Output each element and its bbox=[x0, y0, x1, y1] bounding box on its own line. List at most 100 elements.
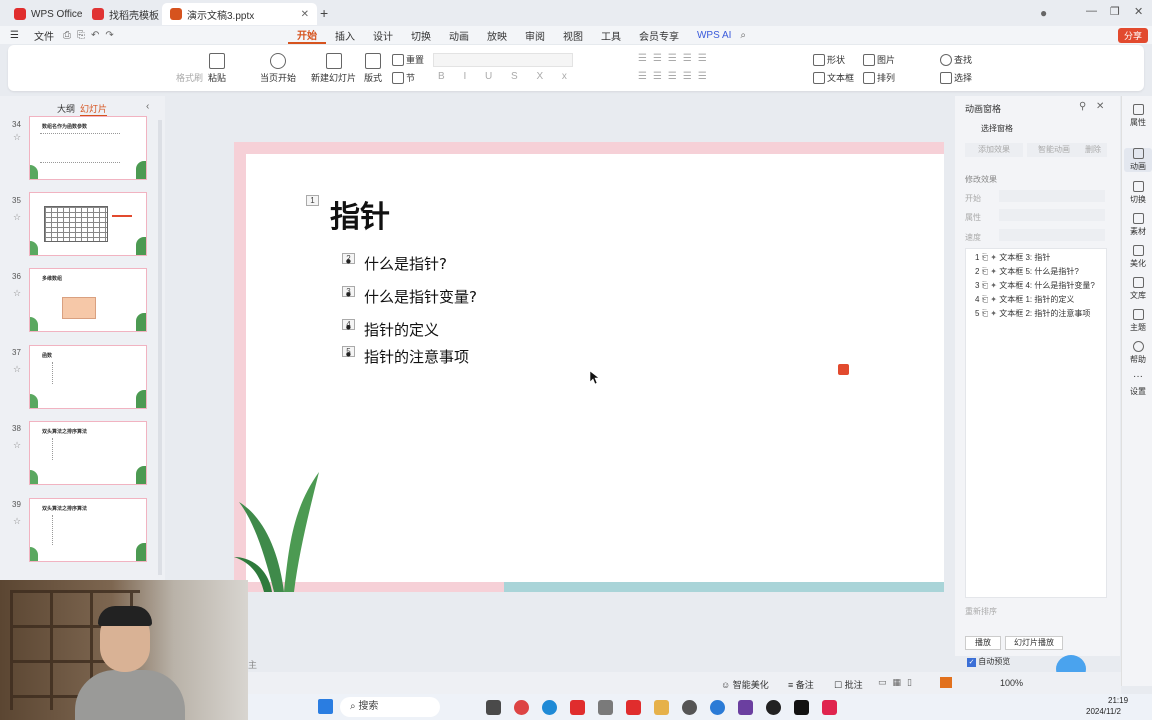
chrome-icon[interactable] bbox=[514, 700, 529, 715]
animation-item[interactable]: 4 ⎗ ✦ 文本框 1: 指针的定义 bbox=[975, 294, 1074, 305]
new-slide-button[interactable]: 新建幻灯片 bbox=[311, 53, 356, 84]
slide-thumbnail[interactable]: 函数 bbox=[29, 345, 147, 409]
window-avatar[interactable]: ● bbox=[1040, 6, 1047, 20]
menu-review[interactable]: 审阅 bbox=[516, 28, 554, 43]
bullet-item[interactable]: 指针的定义 bbox=[344, 319, 439, 340]
clock-time[interactable]: 21:19 bbox=[1108, 696, 1128, 705]
outline-tab[interactable]: 大纲 bbox=[57, 102, 75, 115]
window-close-icon[interactable]: ✕ bbox=[1134, 5, 1143, 18]
new-tab-icon[interactable]: + bbox=[320, 5, 328, 21]
notes-placeholder[interactable]: 主 bbox=[248, 658, 257, 671]
view-buttons[interactable]: ▭▦▯ bbox=[878, 677, 918, 688]
collapse-panel-icon[interactable]: ‹ bbox=[146, 101, 149, 112]
menu-home[interactable]: 开始 bbox=[287, 27, 326, 44]
clock-date[interactable]: 2024/11/2 bbox=[1086, 707, 1121, 716]
capcut-icon[interactable] bbox=[794, 700, 809, 715]
menu-animation[interactable]: 动画 bbox=[440, 28, 478, 43]
file-menu[interactable]: 文件 bbox=[25, 28, 63, 43]
app-icon[interactable] bbox=[598, 700, 613, 715]
browser-icon[interactable] bbox=[710, 700, 725, 715]
maximize-icon[interactable]: ❐ bbox=[1110, 5, 1120, 18]
menu-design[interactable]: 设计 bbox=[364, 28, 402, 43]
start-select[interactable] bbox=[999, 190, 1105, 202]
reset-button[interactable]: 重置 bbox=[392, 53, 424, 66]
play-current-button[interactable]: 当页开始 bbox=[260, 53, 296, 84]
font-family-select[interactable] bbox=[433, 53, 573, 67]
layout-button[interactable]: 版式 bbox=[364, 53, 382, 84]
select-pane-link[interactable]: 选择窗格 bbox=[981, 123, 1013, 134]
wps-ai-button[interactable]: WPS AI bbox=[688, 30, 740, 41]
property-select[interactable] bbox=[999, 209, 1105, 221]
format-painter-button[interactable]: 格式刷 bbox=[176, 71, 203, 84]
menu-slideshow[interactable]: 放映 bbox=[478, 28, 516, 43]
pin-icon[interactable]: ⚲ bbox=[1079, 101, 1086, 112]
hamburger-icon[interactable]: ☰ bbox=[0, 30, 25, 41]
section-button[interactable]: 节 bbox=[392, 71, 415, 84]
menu-transition[interactable]: 切换 bbox=[402, 28, 440, 43]
edge-icon[interactable] bbox=[542, 700, 557, 715]
picture-button[interactable]: 图片 bbox=[863, 53, 895, 66]
taskview-icon[interactable] bbox=[486, 700, 501, 715]
speed-select[interactable] bbox=[999, 229, 1105, 241]
star-icon[interactable]: ☆ bbox=[13, 364, 21, 375]
sidebar-material[interactable]: 素材 bbox=[1124, 213, 1152, 237]
quick-access-icons[interactable]: ⎙⎘↶↷ bbox=[63, 30, 163, 41]
sidebar-transition[interactable]: 切换 bbox=[1124, 181, 1152, 205]
animation-item[interactable]: 3 ⎗ ✦ 文本框 4: 什么是指针变量? bbox=[975, 280, 1095, 291]
bullet-item[interactable]: 什么是指针变量? bbox=[344, 286, 477, 307]
slide-thumbnail[interactable]: 双头算法之排序算法 bbox=[29, 421, 147, 485]
play-button[interactable]: 播放 bbox=[965, 636, 1001, 650]
star-icon[interactable]: ☆ bbox=[13, 132, 21, 143]
tab-presentation[interactable]: 演示文稿3.pptx ✕ bbox=[162, 3, 317, 25]
visual-studio-icon[interactable] bbox=[738, 700, 753, 715]
search-icon[interactable]: ⌕ bbox=[740, 30, 746, 41]
menu-tools[interactable]: 工具 bbox=[592, 28, 630, 43]
delete-button[interactable]: 删除 bbox=[1079, 143, 1107, 157]
current-slide[interactable]: 1 指针 2 什么是指针? 3 什么是指针变量? 4 指针的定义 5 指针的注意… bbox=[234, 142, 944, 592]
animation-item[interactable]: 2 ⎗ ✦ 文本框 5: 什么是指针? bbox=[975, 266, 1079, 277]
slide-title[interactable]: 指针 bbox=[330, 192, 390, 236]
share-button[interactable]: 分享 bbox=[1118, 28, 1149, 43]
slides-tab[interactable]: 幻灯片 bbox=[80, 102, 108, 117]
taskbar-search[interactable]: ⌕ 搜索 bbox=[340, 697, 440, 717]
star-icon[interactable]: ☆ bbox=[13, 516, 21, 527]
slide-thumbnail[interactable]: 多维数组 bbox=[29, 268, 147, 332]
font-style-buttons[interactable]: B I U S X x bbox=[438, 71, 575, 82]
sidebar-property[interactable]: 属性 bbox=[1124, 104, 1152, 128]
star-icon[interactable]: ☆ bbox=[13, 440, 21, 451]
menu-view[interactable]: 视图 bbox=[554, 28, 592, 43]
textbox-button[interactable]: 文本框 bbox=[813, 71, 854, 84]
minimize-icon[interactable]: — bbox=[1086, 5, 1097, 17]
bullet-item[interactable]: 指针的注意事项 bbox=[344, 346, 469, 367]
settings-icon[interactable] bbox=[682, 700, 697, 715]
sidebar-library[interactable]: 文库 bbox=[1124, 277, 1152, 301]
paste-button[interactable]: 粘贴 bbox=[208, 53, 226, 84]
app-pink-icon[interactable] bbox=[822, 700, 837, 715]
paragraph-buttons[interactable]: ☰☰☰☰☰ bbox=[638, 53, 713, 64]
bullet-item[interactable]: 什么是指针? bbox=[344, 253, 447, 274]
arrange-button[interactable]: 排列 bbox=[863, 71, 895, 84]
animation-item[interactable]: 5 ⎗ ✦ 文本框 2: 指针的注意事项 bbox=[975, 308, 1090, 319]
slide-thumbnail[interactable]: 双头算法之排序算法 bbox=[29, 498, 147, 562]
comment-button[interactable]: ☐ 批注 bbox=[834, 678, 863, 691]
slide-thumbnail[interactable]: 数组名作为函数参数 bbox=[29, 116, 147, 180]
qq-icon[interactable] bbox=[766, 700, 781, 715]
wps-icon[interactable] bbox=[570, 700, 585, 715]
folder-icon[interactable] bbox=[654, 700, 669, 715]
align-buttons[interactable]: ☰☰☰☰☰ bbox=[638, 71, 713, 82]
autopreview-checkbox[interactable]: ✓ 自动预览 bbox=[967, 656, 1010, 667]
notes-button[interactable]: ≡ 备注 bbox=[788, 678, 814, 691]
sidebar-theme[interactable]: 主题 bbox=[1124, 309, 1152, 333]
smart-beautify-button[interactable]: ☺ 智能美化 bbox=[721, 678, 769, 691]
shape-button[interactable]: 形状 bbox=[813, 53, 845, 66]
select-button[interactable]: 选择 bbox=[940, 71, 972, 84]
animation-item[interactable]: 1 ⎗ ✦ 文本框 3: 指针 bbox=[975, 252, 1050, 263]
sidebar-beautify[interactable]: 美化 bbox=[1124, 245, 1152, 269]
close-icon[interactable]: ✕ bbox=[301, 9, 309, 20]
smart-anim-button[interactable]: 智能动画 bbox=[1027, 143, 1081, 157]
menu-insert[interactable]: 插入 bbox=[326, 28, 364, 43]
sidebar-animation[interactable]: 动画 bbox=[1124, 148, 1152, 172]
add-effect-button[interactable]: 添加效果 bbox=[965, 143, 1023, 157]
windows-start-icon[interactable] bbox=[318, 699, 333, 714]
find-button[interactable]: 查找 bbox=[940, 53, 972, 66]
